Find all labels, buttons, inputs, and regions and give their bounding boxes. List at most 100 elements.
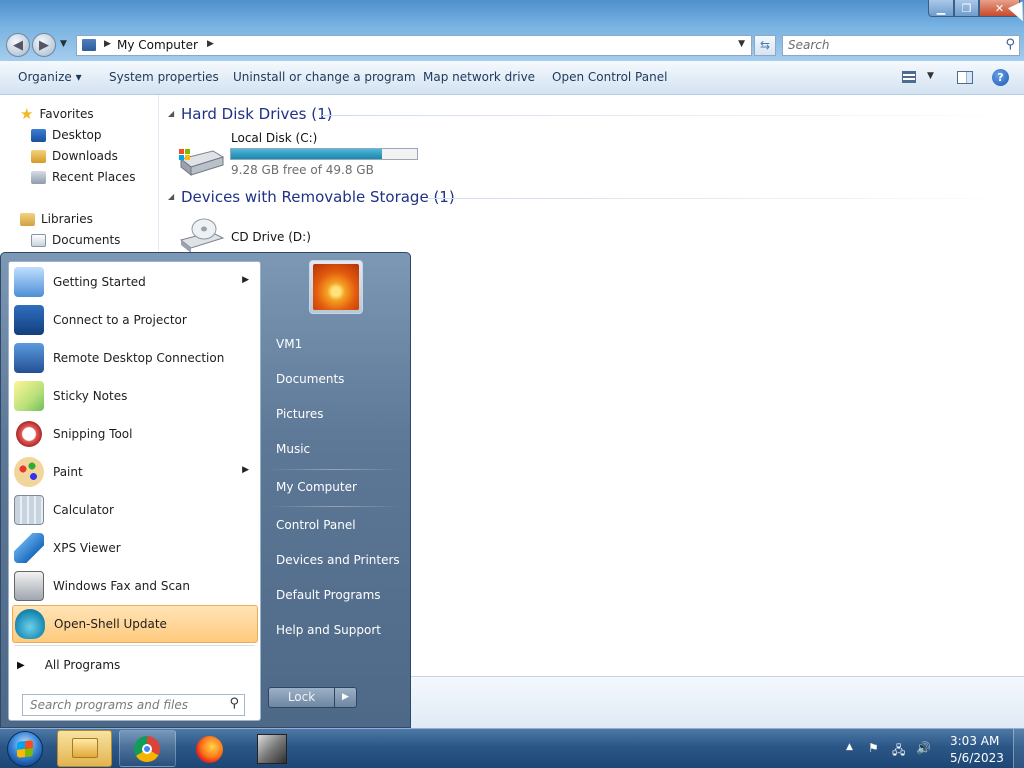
app-icon[interactable] xyxy=(257,734,287,764)
show-desktop-button[interactable] xyxy=(1013,729,1024,768)
network-icon[interactable]: 🖧 xyxy=(892,741,906,757)
system-properties-button[interactable]: System properties xyxy=(109,70,219,84)
breadcrumb-separator-icon[interactable]: ▶ xyxy=(104,39,111,49)
calculator-icon xyxy=(14,495,44,525)
program-snipping-tool[interactable]: Snipping Tool xyxy=(9,415,260,453)
removable-storage-header[interactable]: Devices with Removable Storage (1) xyxy=(181,188,455,206)
hard-disk-drives-header[interactable]: Hard Disk Drives (1) xyxy=(181,105,332,123)
maximize-button[interactable]: ❐ xyxy=(954,0,979,17)
clock-date[interactable]: 5/6/2023 xyxy=(950,751,1004,765)
flower-avatar-icon xyxy=(313,264,359,310)
program-calculator[interactable]: Calculator xyxy=(9,491,260,529)
computer-icon xyxy=(82,39,96,51)
program-label: Getting Started xyxy=(53,275,146,289)
recent-places-icon xyxy=(31,170,46,184)
breadcrumb-my-computer[interactable]: My Computer xyxy=(117,38,198,52)
program-paint[interactable]: Paint ▶ xyxy=(9,453,260,491)
getting-started-icon xyxy=(14,267,44,297)
expand-arrow-icon: ▶ xyxy=(17,659,25,671)
scissors-icon xyxy=(14,419,44,449)
show-hidden-icons-icon[interactable]: ▲ xyxy=(846,742,853,752)
navigation-bar: ◀ ▶ ▼ ▶ My Computer ▶ ▼ ⇆ Search ⚲ xyxy=(0,30,1024,61)
start-search-placeholder: Search programs and files xyxy=(30,698,188,712)
uninstall-program-button[interactable]: Uninstall or change a program xyxy=(233,70,416,84)
cd-drive-label[interactable]: CD Drive (D:) xyxy=(231,230,311,244)
nav-favorites[interactable]: ★ Favorites xyxy=(20,104,94,124)
taskbar-explorer[interactable] xyxy=(57,730,112,767)
nav-recent-places[interactable]: Recent Places xyxy=(31,167,135,187)
help-icon[interactable]: ? xyxy=(992,69,1009,86)
place-control-panel[interactable]: Control Panel xyxy=(276,518,356,532)
local-disk-label[interactable]: Local Disk (C:) xyxy=(231,131,317,145)
open-control-panel-button[interactable]: Open Control Panel xyxy=(552,70,667,84)
preview-pane-icon[interactable] xyxy=(957,71,973,84)
remote-desktop-icon xyxy=(14,343,44,373)
program-remote-desktop[interactable]: Remote Desktop Connection xyxy=(9,339,260,377)
volume-icon[interactable]: 🔊 xyxy=(916,741,931,755)
breadcrumb-separator-icon[interactable]: ▶ xyxy=(207,39,214,49)
back-button[interactable]: ◀ xyxy=(6,33,30,57)
place-my-computer[interactable]: My Computer xyxy=(276,480,357,494)
action-center-flag-icon[interactable]: ⚑ xyxy=(868,741,882,755)
search-icon[interactable]: ⚲ xyxy=(1005,37,1015,52)
place-pictures[interactable]: Pictures xyxy=(276,407,324,421)
documents-icon xyxy=(31,233,46,247)
view-options-icon[interactable] xyxy=(902,71,916,83)
xps-viewer-icon xyxy=(14,533,44,563)
search-input[interactable]: Search ⚲ xyxy=(782,35,1020,56)
nav-desktop[interactable]: Desktop xyxy=(31,125,102,145)
place-help-support[interactable]: Help and Support xyxy=(276,623,381,637)
start-button[interactable] xyxy=(7,731,43,767)
nav-downloads[interactable]: Downloads xyxy=(31,146,118,166)
place-documents[interactable]: Documents xyxy=(276,372,344,386)
shutdown-options-arrow-icon[interactable]: ▶ xyxy=(335,687,357,708)
arrow-left-icon: ◀ xyxy=(13,37,23,53)
nav-recent-label: Recent Places xyxy=(52,170,136,184)
recent-pages-dropdown[interactable]: ▼ xyxy=(60,39,67,49)
submenu-arrow-icon: ▶ xyxy=(242,275,249,285)
address-dropdown-icon[interactable]: ▼ xyxy=(738,39,745,49)
lock-button[interactable]: Lock xyxy=(268,687,335,708)
hard-drive-icon xyxy=(179,149,225,177)
program-xps-viewer[interactable]: XPS Viewer xyxy=(9,529,260,567)
address-bar[interactable]: ▶ My Computer ▶ ▼ xyxy=(76,35,752,56)
all-programs-button[interactable]: ▶ All Programs xyxy=(17,652,120,678)
program-label: Open-Shell Update xyxy=(54,617,167,631)
program-getting-started[interactable]: Getting Started ▶ xyxy=(9,263,260,301)
caption-buttons: ▁ ❐ ✕ xyxy=(928,0,1020,18)
program-sticky-notes[interactable]: Sticky Notes xyxy=(9,377,260,415)
nav-favorites-label: Favorites xyxy=(39,107,94,121)
fax-scan-icon xyxy=(14,571,44,601)
clock-time[interactable]: 3:03 AM xyxy=(950,734,999,748)
collapse-triangle-icon[interactable]: ◢ xyxy=(168,109,174,118)
paint-palette-icon xyxy=(14,457,44,487)
view-options-dropdown-icon[interactable]: ▼ xyxy=(927,71,934,81)
arrow-right-icon: ▶ xyxy=(39,37,49,53)
start-menu: Getting Started ▶ Connect to a Projector… xyxy=(0,252,411,728)
cd-drive-icon xyxy=(179,218,225,253)
nav-documents[interactable]: Documents xyxy=(31,230,120,250)
firefox-icon[interactable] xyxy=(196,736,223,763)
programs-divider xyxy=(15,645,255,646)
program-connect-projector[interactable]: Connect to a Projector xyxy=(9,301,260,339)
refresh-button[interactable]: ⇆ xyxy=(754,35,776,56)
start-search-input[interactable]: Search programs and files ⚲ xyxy=(22,694,245,716)
organize-button[interactable]: Organize ▾ xyxy=(18,70,82,84)
minimize-button[interactable]: ▁ xyxy=(928,0,954,17)
place-default-programs[interactable]: Default Programs xyxy=(276,588,381,602)
program-fax-scan[interactable]: Windows Fax and Scan xyxy=(9,567,260,605)
collapse-triangle-icon[interactable]: ◢ xyxy=(168,192,174,201)
command-bar: Organize ▾ System properties Uninstall o… xyxy=(0,61,1024,95)
place-devices-printers[interactable]: Devices and Printers xyxy=(276,553,400,567)
search-icon[interactable]: ⚲ xyxy=(229,696,239,711)
program-label: Snipping Tool xyxy=(53,427,133,441)
nav-libraries[interactable]: Libraries xyxy=(20,209,93,229)
nav-downloads-label: Downloads xyxy=(52,149,118,163)
user-picture[interactable] xyxy=(309,260,363,314)
place-user[interactable]: VM1 xyxy=(276,337,302,351)
taskbar-chrome[interactable] xyxy=(119,730,176,767)
forward-button[interactable]: ▶ xyxy=(32,33,56,57)
program-open-shell-update[interactable]: Open-Shell Update xyxy=(12,605,258,643)
place-music[interactable]: Music xyxy=(276,442,310,456)
map-network-drive-button[interactable]: Map network drive xyxy=(423,70,535,84)
